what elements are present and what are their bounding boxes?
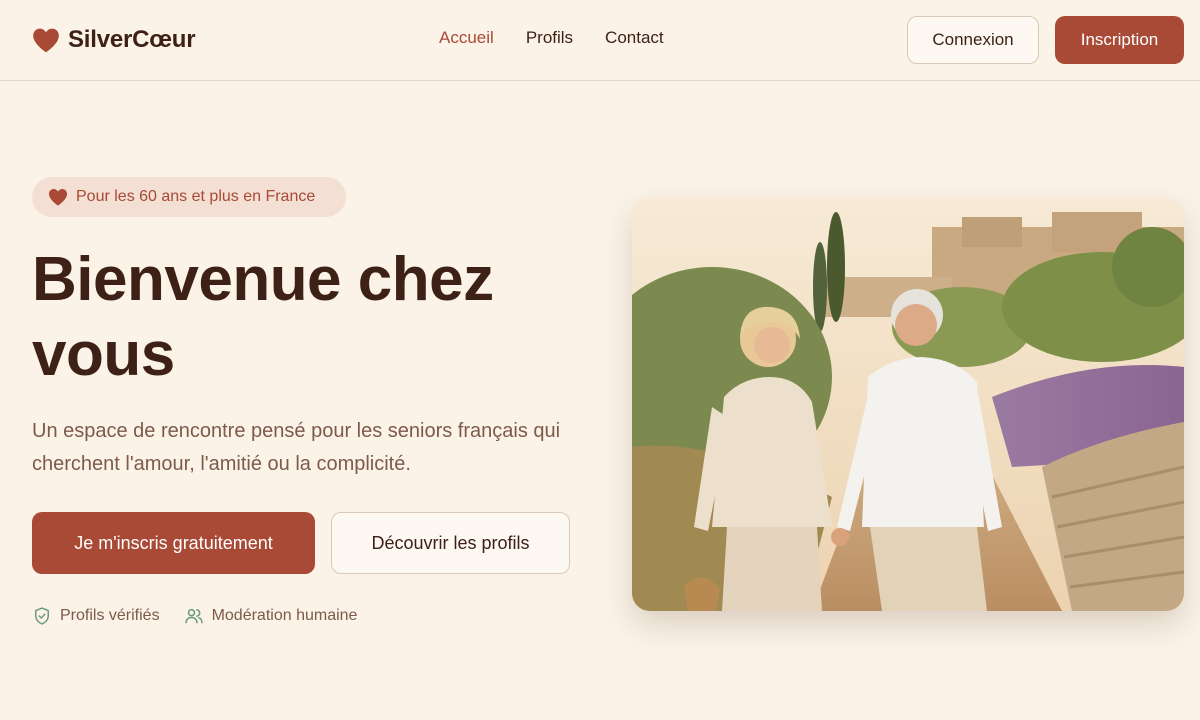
heart-icon <box>49 188 67 206</box>
hero-title: Bienvenue chez vous <box>32 245 494 389</box>
signup-button[interactable]: Inscription <box>1055 16 1184 64</box>
nav-item-contact[interactable]: Contact <box>605 28 664 48</box>
site-header: SilverCœur Accueil Profils Contact Conne… <box>0 0 1200 81</box>
main-nav: Accueil Profils Contact <box>439 28 664 48</box>
brand-name: SilverCœur <box>68 26 196 53</box>
discover-profiles-button[interactable]: Découvrir les profils <box>331 512 570 574</box>
login-button[interactable]: Connexion <box>907 16 1039 64</box>
trust-item-verified: Profils vérifiés <box>32 606 160 626</box>
trust-label-verified: Profils vérifiés <box>60 607 160 624</box>
users-icon <box>184 608 203 624</box>
brand-logo[interactable]: SilverCœur <box>32 24 196 56</box>
age-badge: Pour les 60 ans et plus en France <box>32 177 346 217</box>
heart-icon <box>33 28 59 53</box>
nav-item-accueil[interactable]: Accueil <box>439 28 494 48</box>
nav-item-profils[interactable]: Profils <box>526 28 573 48</box>
age-badge-text: Pour les 60 ans et plus en France <box>76 188 316 205</box>
hero-subtitle: Un espace de rencontre pensé pour les se… <box>32 420 561 475</box>
trust-indicators: Profils vérifiés Modération humaine <box>32 606 357 626</box>
signup-free-button[interactable]: Je m'inscris gratuitement <box>32 512 315 574</box>
trust-label-moderation: Modération humaine <box>211 607 358 624</box>
shield-check-icon <box>35 607 49 625</box>
trust-item-moderation: Modération humaine <box>184 606 358 626</box>
couple-hero-photo <box>632 197 1184 611</box>
